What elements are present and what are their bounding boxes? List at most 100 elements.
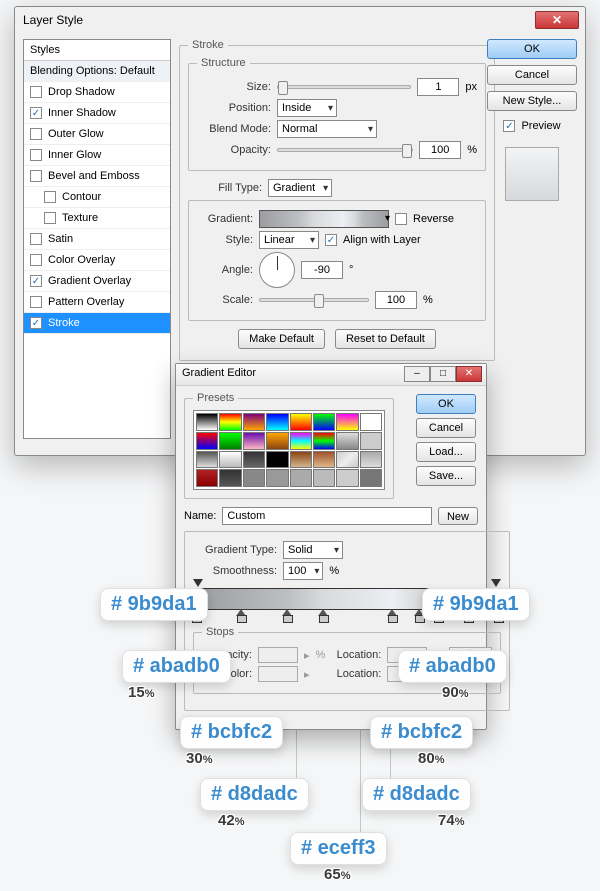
name-input[interactable]: Custom xyxy=(222,507,432,525)
preset-swatch[interactable] xyxy=(290,451,312,469)
color-stop[interactable] xyxy=(318,609,328,621)
opacity-input[interactable]: 100 xyxy=(419,141,461,159)
type-combo[interactable]: Solid xyxy=(283,541,343,559)
preset-swatch[interactable] xyxy=(266,413,288,431)
effect-drop-shadow[interactable]: Drop Shadow xyxy=(24,82,170,103)
preset-swatch[interactable] xyxy=(196,469,218,487)
size-slider[interactable] xyxy=(277,85,411,89)
stop-color-input[interactable] xyxy=(258,666,298,682)
color-stop[interactable] xyxy=(282,609,292,621)
checkbox-icon[interactable] xyxy=(30,254,42,266)
ge-save-button[interactable]: Save... xyxy=(416,466,476,486)
preset-swatch[interactable] xyxy=(196,432,218,450)
preset-swatch[interactable] xyxy=(219,451,241,469)
preset-swatch[interactable] xyxy=(360,432,382,450)
effect-texture[interactable]: Texture xyxy=(24,208,170,229)
effect-gradient-overlay[interactable]: Gradient Overlay xyxy=(24,271,170,292)
preset-swatch[interactable] xyxy=(219,413,241,431)
effect-inner-shadow[interactable]: Inner Shadow xyxy=(24,103,170,124)
preset-swatch[interactable] xyxy=(313,469,335,487)
checkbox-icon[interactable] xyxy=(30,128,42,140)
scale-slider[interactable] xyxy=(259,298,369,302)
preset-swatch[interactable] xyxy=(196,451,218,469)
ok-button[interactable]: OK xyxy=(487,39,577,59)
color-stop[interactable] xyxy=(236,609,246,621)
preset-swatch[interactable] xyxy=(336,469,358,487)
preset-swatch[interactable] xyxy=(313,451,335,469)
effect-outer-glow[interactable]: Outer Glow xyxy=(24,124,170,145)
effect-pattern-overlay[interactable]: Pattern Overlay xyxy=(24,292,170,313)
ge-titlebar[interactable]: Gradient Editor – □ ✕ xyxy=(176,364,486,386)
preset-swatch[interactable] xyxy=(266,451,288,469)
checkbox-icon[interactable] xyxy=(44,191,56,203)
angle-dial[interactable] xyxy=(259,252,295,288)
checkbox-icon[interactable] xyxy=(30,233,42,245)
preset-swatch[interactable] xyxy=(243,432,265,450)
ge-cancel-button[interactable]: Cancel xyxy=(416,418,476,438)
new-button[interactable]: New xyxy=(438,507,478,525)
checkbox-icon[interactable] xyxy=(30,317,42,329)
minimize-icon[interactable]: – xyxy=(404,366,430,382)
preset-swatch[interactable] xyxy=(219,469,241,487)
preview-checkbox[interactable] xyxy=(503,120,515,132)
styles-header[interactable]: Styles xyxy=(24,40,170,61)
effect-color-overlay[interactable]: Color Overlay xyxy=(24,250,170,271)
preset-swatch[interactable] xyxy=(336,451,358,469)
checkbox-icon[interactable] xyxy=(44,212,56,224)
preset-swatch[interactable] xyxy=(313,432,335,450)
filltype-combo[interactable]: Gradient xyxy=(268,179,332,197)
close-icon[interactable]: ✕ xyxy=(456,366,482,382)
effect-contour[interactable]: Contour xyxy=(24,187,170,208)
checkbox-icon[interactable] xyxy=(30,170,42,182)
preset-swatch[interactable] xyxy=(360,413,382,431)
preset-grid[interactable] xyxy=(193,410,385,490)
preset-swatch[interactable] xyxy=(360,469,382,487)
scale-input[interactable]: 100 xyxy=(375,291,417,309)
preset-swatch[interactable] xyxy=(219,432,241,450)
preset-swatch[interactable] xyxy=(360,451,382,469)
ge-ok-button[interactable]: OK xyxy=(416,394,476,414)
checkbox-icon[interactable] xyxy=(30,149,42,161)
position-combo[interactable]: Inside xyxy=(277,99,337,117)
stop-opacity-input[interactable] xyxy=(258,647,298,663)
reset-default-button[interactable]: Reset to Default xyxy=(335,329,436,349)
size-input[interactable]: 1 xyxy=(417,78,459,96)
reverse-checkbox[interactable] xyxy=(395,213,407,225)
preset-swatch[interactable] xyxy=(243,413,265,431)
blending-options-row[interactable]: Blending Options: Default xyxy=(24,61,170,82)
effect-satin[interactable]: Satin xyxy=(24,229,170,250)
checkbox-icon[interactable] xyxy=(30,86,42,98)
preset-swatch[interactable] xyxy=(266,469,288,487)
preset-swatch[interactable] xyxy=(290,413,312,431)
preset-swatch[interactable] xyxy=(290,469,312,487)
effect-bevel-emboss[interactable]: Bevel and Emboss xyxy=(24,166,170,187)
checkbox-icon[interactable] xyxy=(30,107,42,119)
ge-load-button[interactable]: Load... xyxy=(416,442,476,462)
preset-swatch[interactable] xyxy=(243,451,265,469)
checkbox-icon[interactable] xyxy=(30,296,42,308)
close-icon[interactable]: ✕ xyxy=(535,11,579,29)
cancel-button[interactable]: Cancel xyxy=(487,65,577,85)
smoothness-input[interactable]: 100 xyxy=(283,562,323,580)
dialog-titlebar[interactable]: Layer Style ✕ xyxy=(15,7,585,35)
style-combo[interactable]: Linear xyxy=(259,231,319,249)
preset-swatch[interactable] xyxy=(243,469,265,487)
maximize-icon[interactable]: □ xyxy=(430,366,456,382)
blend-combo[interactable]: Normal xyxy=(277,120,377,138)
effect-inner-glow[interactable]: Inner Glow xyxy=(24,145,170,166)
preset-swatch[interactable] xyxy=(290,432,312,450)
preset-swatch[interactable] xyxy=(196,413,218,431)
preset-swatch[interactable] xyxy=(336,432,358,450)
effect-stroke[interactable]: Stroke xyxy=(24,313,170,334)
make-default-button[interactable]: Make Default xyxy=(238,329,325,349)
align-checkbox[interactable] xyxy=(325,234,337,246)
gradient-swatch[interactable] xyxy=(259,210,389,228)
opacity-slider[interactable] xyxy=(277,148,413,152)
checkbox-icon[interactable] xyxy=(30,275,42,287)
preset-swatch[interactable] xyxy=(313,413,335,431)
preset-swatch[interactable] xyxy=(266,432,288,450)
color-stop[interactable] xyxy=(387,609,397,621)
angle-input[interactable]: -90 xyxy=(301,261,343,279)
preset-swatch[interactable] xyxy=(336,413,358,431)
new-style-button[interactable]: New Style... xyxy=(487,91,577,111)
